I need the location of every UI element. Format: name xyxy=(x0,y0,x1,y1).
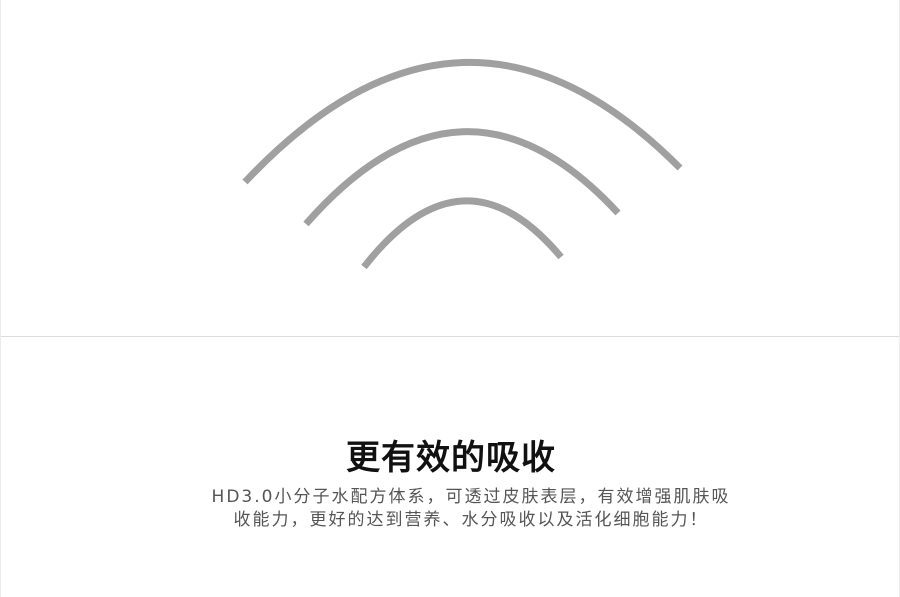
description-line-2: 收能力，更好的达到营养、水分吸收以及活化细胞能力！ xyxy=(233,510,709,530)
outer-wave-arc xyxy=(242,59,683,185)
feature-description: HD3.0小分子水配方体系，可透过皮肤表层，有效增强肌肤吸 收能力，更好的达到营… xyxy=(191,486,751,532)
section-divider xyxy=(1,336,899,337)
description-line-1: HD3.0小分子水配方体系，可透过皮肤表层，有效增强肌肤吸 xyxy=(211,487,731,507)
signal-waves-icon xyxy=(242,59,683,270)
feature-panel: 更有效的吸收 HD3.0小分子水配方体系，可透过皮肤表层，有效增强肌肤吸 收能力… xyxy=(0,0,900,597)
middle-wave-arc xyxy=(303,128,621,227)
feature-title: 更有效的吸收 xyxy=(346,438,556,478)
inner-wave-arc xyxy=(361,197,564,270)
